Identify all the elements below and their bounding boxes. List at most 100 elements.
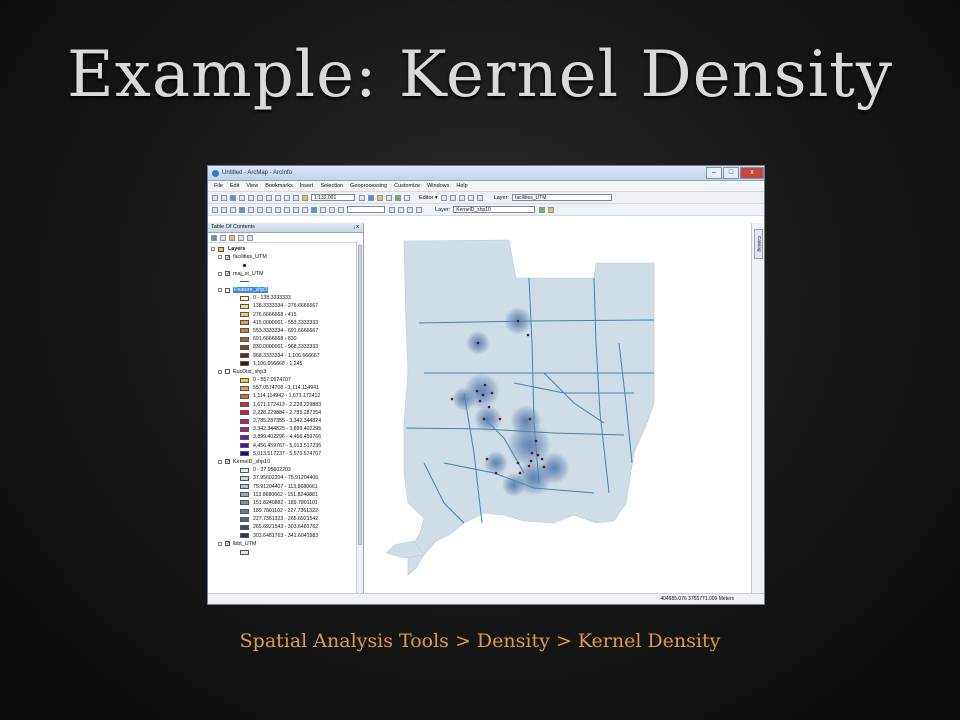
toc-scrollbar[interactable] (356, 241, 363, 594)
menu-bookmarks[interactable]: Bookmarks (265, 183, 293, 189)
select-elements-icon[interactable] (302, 206, 308, 213)
menu-customize[interactable]: Customize (394, 183, 420, 189)
expand-icon[interactable]: - (218, 459, 222, 464)
cut-icon[interactable] (248, 194, 254, 201)
visibility-checkbox[interactable] (225, 287, 230, 293)
map-view[interactable] (364, 223, 752, 594)
vertex-icon[interactable] (467, 194, 474, 201)
toc-layer-0[interactable]: - ✓ facilities_UTM (208, 253, 363, 261)
catalog-icon[interactable] (377, 194, 383, 201)
previous-extent-icon[interactable] (266, 206, 272, 213)
find-icon[interactable] (320, 206, 326, 213)
list-by-source-icon[interactable] (220, 234, 226, 241)
redo-icon[interactable] (293, 194, 299, 201)
pan-icon[interactable] (230, 206, 236, 213)
layer-name[interactable]: lbbt_UTM (233, 541, 256, 547)
xy-combo[interactable] (347, 206, 385, 213)
identify-icon[interactable] (311, 206, 317, 213)
new-icon[interactable] (212, 194, 218, 201)
visibility-checkbox[interactable]: ✓ (225, 254, 230, 260)
undo-icon[interactable] (284, 194, 290, 201)
attributes-icon[interactable] (476, 194, 483, 201)
list-by-visibility-icon[interactable] (229, 234, 235, 241)
menu-windows[interactable]: Windows (427, 183, 449, 189)
toc-layer-1[interactable]: - ✓ maj_st_UTM (208, 270, 363, 278)
edit-tool-icon[interactable] (440, 194, 447, 201)
zoom-in-icon[interactable] (212, 206, 218, 213)
legend-swatch (240, 393, 249, 399)
hyperlink-icon[interactable] (338, 206, 344, 213)
transparency-icon[interactable] (548, 206, 555, 213)
visibility-checkbox[interactable]: ✓ (225, 271, 230, 277)
measure-icon[interactable] (329, 206, 335, 213)
visibility-checkbox[interactable]: ✓ (225, 541, 230, 547)
menu-edit[interactable]: Edit (230, 183, 239, 189)
visibility-checkbox[interactable] (225, 369, 230, 375)
scale-combo[interactable]: 1:132,001 (311, 194, 355, 201)
save-icon[interactable] (230, 194, 236, 201)
add-data-icon[interactable] (302, 194, 308, 201)
expand-icon[interactable]: - (218, 541, 222, 546)
maximize-button[interactable]: □ (723, 167, 739, 179)
layer-name[interactable]: KernelD_shp10 (233, 459, 270, 465)
paste-icon[interactable] (266, 194, 272, 201)
options-icon[interactable] (247, 234, 253, 241)
fixed-zoom-in-icon[interactable] (248, 206, 254, 213)
table-of-contents-icon[interactable] (368, 194, 374, 201)
editor-menu[interactable]: Editor ▾ (419, 195, 438, 201)
catalog-tab[interactable]: Catalog (754, 229, 763, 259)
select-features-icon[interactable] (284, 206, 290, 213)
print-icon[interactable] (239, 194, 245, 201)
legend-item: 265.6921543 - 303.6481762 (208, 523, 363, 531)
close-button[interactable]: x (740, 167, 764, 179)
expand-icon[interactable]: - (218, 255, 222, 260)
map-canvas[interactable] (364, 223, 743, 585)
open-icon[interactable] (221, 194, 227, 201)
python-icon[interactable] (404, 194, 410, 201)
sketch-icon[interactable] (449, 194, 456, 201)
zoom-out-icon[interactable] (221, 206, 227, 213)
expand-icon[interactable]: - (218, 369, 222, 374)
toc-layer-3[interactable]: - EucDist_shp3 (208, 368, 363, 376)
minimize-button[interactable]: – (706, 167, 722, 179)
expand-icon[interactable]: - (218, 271, 222, 276)
layer-name[interactable]: Feature_shp3 (233, 287, 269, 294)
menu-geoprocessing[interactable]: Geoprocessing (350, 183, 387, 189)
brightness-icon[interactable] (416, 206, 422, 213)
menu-selection[interactable]: Selection (320, 183, 343, 189)
menu-file[interactable]: File (214, 183, 223, 189)
full-extent-icon[interactable] (239, 206, 245, 213)
collapse-icon[interactable]: - (211, 247, 215, 252)
fixed-zoom-out-icon[interactable] (257, 206, 263, 213)
menu-view[interactable]: View (246, 183, 258, 189)
layer-name[interactable]: facilities_UTM (233, 254, 267, 260)
layer-name[interactable]: maj_st_UTM (233, 271, 264, 277)
contrast-icon[interactable] (407, 206, 413, 213)
search-icon[interactable] (386, 194, 392, 201)
editor-toolbar-icon[interactable] (359, 194, 365, 201)
flicker-icon[interactable] (539, 206, 546, 213)
list-by-selection-icon[interactable] (238, 234, 244, 241)
layer-name[interactable]: EucDist_shp3 (233, 369, 266, 375)
menu-insert[interactable]: Insert (300, 183, 314, 189)
swipe-icon[interactable] (389, 206, 395, 213)
toc-scroll-thumb[interactable] (358, 245, 362, 545)
toc-layer-4[interactable]: - ✓ KernelD_shp10 (208, 458, 363, 466)
menu-help[interactable]: Help (456, 183, 467, 189)
layer-select-bottom[interactable]: KernelD_shp10 (453, 206, 536, 213)
next-extent-icon[interactable] (275, 206, 281, 213)
toc-layer-5[interactable]: - ✓ lbbt_UTM (208, 540, 363, 548)
arctoolbox-icon[interactable] (395, 194, 401, 201)
layer-select-top[interactable]: facilities_UTM (511, 194, 612, 201)
clear-selection-icon[interactable] (293, 206, 299, 213)
expand-icon[interactable]: - (218, 288, 222, 293)
delete-icon[interactable] (275, 194, 281, 201)
toc-layer-2[interactable]: - Feature_shp3 (208, 286, 363, 294)
toc-pin-close[interactable]: ⱼ x (354, 223, 359, 232)
copy-icon[interactable] (257, 194, 263, 201)
layers-root[interactable]: - Layers (208, 245, 363, 253)
list-by-drawing-order-icon[interactable] (211, 234, 217, 241)
straight-segment-icon[interactable] (458, 194, 465, 201)
effects-icon[interactable] (398, 206, 404, 213)
visibility-checkbox[interactable]: ✓ (225, 459, 230, 465)
